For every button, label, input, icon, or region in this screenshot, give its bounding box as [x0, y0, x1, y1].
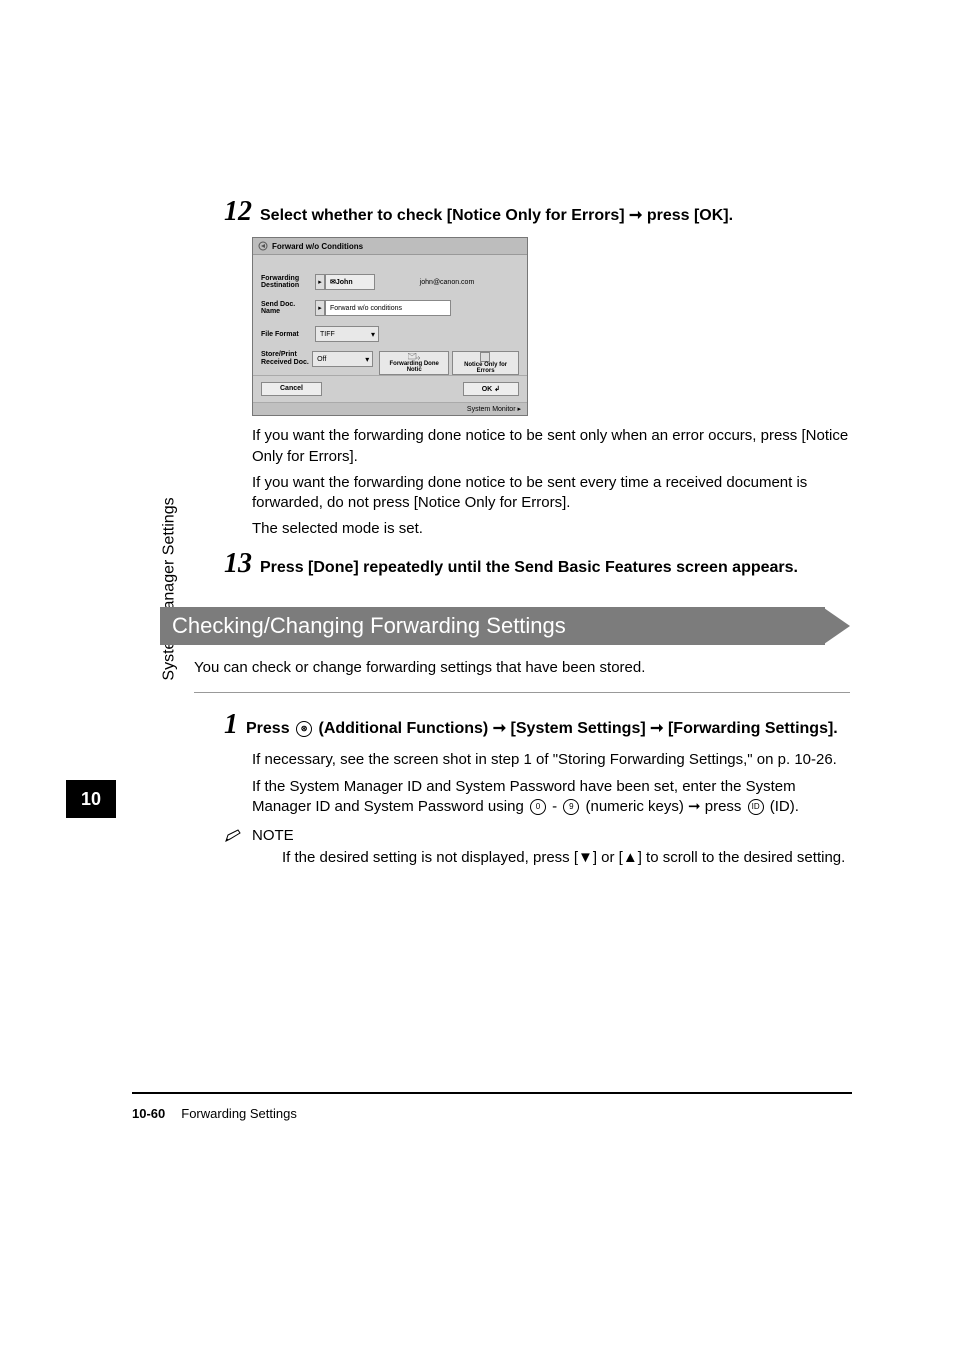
section-heading-triangle-icon	[824, 608, 850, 644]
screenshot-footer-buttons: Cancel OK	[253, 375, 527, 402]
numeric-key-0-icon: 0	[530, 799, 546, 815]
ss-row-file-format: File Format TIFF	[261, 325, 519, 343]
text-span: press	[701, 798, 746, 815]
pencil-note-icon	[224, 828, 246, 844]
ss-store-print-dropdown[interactable]: Off	[312, 351, 373, 367]
text-span: (numeric keys)	[581, 798, 688, 815]
step-13-heading: 13 Press [Done] repeatedly until the Sen…	[224, 550, 850, 579]
ss-label-file-format: File Format	[261, 331, 315, 339]
step-instruction: Press [Done] repeatedly until the Send B…	[260, 557, 798, 579]
body-paragraph: If you want the forwarding done notice t…	[252, 473, 850, 514]
ss-destination-name: John	[336, 279, 353, 286]
step-text-suffix: press [OK].	[642, 207, 733, 224]
arrow-icon: ➞	[493, 720, 506, 737]
ss-forwarding-done-notice-button[interactable]: Forwarding Done Notic	[379, 351, 449, 375]
page-footer: 10-60 Forwarding Settings	[132, 1092, 852, 1121]
ss-destination-email: john@canon.com	[375, 279, 519, 286]
embedded-screenshot: Forward w/o Conditions Forwarding Destin…	[252, 237, 528, 416]
screenshot-titlebar: Forward w/o Conditions	[253, 238, 527, 255]
step-12-heading: 12 Select whether to check [Notice Only …	[224, 198, 850, 227]
chapter-number-tab: 10	[66, 780, 116, 818]
ss-file-format-dropdown[interactable]: TIFF	[315, 326, 379, 342]
step-text-part: Press	[246, 720, 294, 737]
page-number: 10-60	[132, 1106, 165, 1121]
step-instruction: Select whether to check [Notice Only for…	[260, 205, 733, 227]
numeric-key-9-icon: 9	[563, 799, 579, 815]
section-intro-paragraph: You can check or change forwarding setti…	[194, 659, 850, 676]
screenshot-body: Forwarding Destination ▸ ✉ John john@can…	[253, 255, 527, 375]
arrow-icon: ➞	[688, 798, 701, 815]
ss-label-forwarding-destination: Forwarding Destination	[261, 275, 315, 290]
step-instruction: Press ⊛ (Additional Functions) ➞ [System…	[246, 718, 838, 740]
arrow-icon: ➞	[650, 720, 663, 737]
body-paragraph: If the System Manager ID and System Pass…	[252, 777, 850, 818]
step-text-part: [System Settings]	[506, 720, 650, 737]
step-number: 13	[224, 550, 252, 578]
screenshot-title-text: Forward w/o Conditions	[272, 242, 363, 251]
ss-chevron-button[interactable]: ▸	[315, 300, 325, 316]
ss-label-store-print: Store/Print Received Doc.	[261, 351, 312, 366]
footer-rule	[132, 1092, 852, 1094]
step-text-prefix: Select whether to check [Notice Only for…	[260, 207, 629, 224]
step-number: 12	[224, 198, 252, 226]
body-paragraph: If necessary, see the screen shot in ste…	[252, 750, 850, 770]
main-content: 12 Select whether to check [Notice Only …	[160, 198, 850, 868]
note-label: NOTE	[252, 827, 294, 844]
additional-functions-key-icon: ⊛	[296, 721, 312, 737]
footer-text: 10-60 Forwarding Settings	[132, 1106, 852, 1121]
ss-row-send-doc: Send Doc. Name ▸ Forward w/o conditions	[261, 299, 519, 317]
ss-notice-only-errors-button[interactable]: Notice Only for Errors	[452, 351, 519, 375]
step-text-part: [Forwarding Settings].	[664, 720, 838, 737]
ss-cancel-button[interactable]: Cancel	[261, 382, 322, 396]
ss-destination-name-button[interactable]: ✉ John	[325, 274, 375, 290]
step-number: 1	[224, 711, 238, 739]
horizontal-rule	[194, 692, 850, 693]
ss-row-store-print: Store/Print Received Doc. Off Forwarding…	[261, 351, 519, 369]
step-1-block: 1 Press ⊛ (Additional Functions) ➞ [Syst…	[224, 711, 850, 868]
ss-ok-button[interactable]: OK	[463, 382, 519, 396]
ss-chevron-button[interactable]: ▸	[315, 274, 325, 290]
forward-icon	[258, 241, 268, 251]
text-span: (ID).	[766, 798, 799, 815]
text-span: -	[548, 798, 561, 815]
ss-system-monitor-button[interactable]: System Monitor ▸	[253, 402, 527, 415]
note-heading: NOTE	[224, 827, 850, 844]
step-text-part: (Additional Functions)	[314, 720, 493, 737]
section-heading-bar: Checking/Changing Forwarding Settings	[160, 607, 850, 645]
note-text: If the desired setting is not displayed,…	[282, 848, 850, 868]
body-paragraph: The selected mode is set.	[252, 519, 850, 539]
ss-row-forwarding-dest: Forwarding Destination ▸ ✉ John john@can…	[261, 273, 519, 291]
ss-send-doc-field[interactable]: Forward w/o conditions	[325, 300, 451, 316]
footer-section-name: Forwarding Settings	[181, 1106, 297, 1121]
document-page: System Manager Settings 10 12 Select whe…	[0, 0, 954, 1351]
body-paragraph: If you want the forwarding done notice t…	[252, 426, 850, 467]
section-heading-text: Checking/Changing Forwarding Settings	[160, 607, 825, 645]
ss-label-send-doc: Send Doc. Name	[261, 301, 315, 316]
id-key-icon: ID	[748, 799, 764, 815]
step-1-heading: 1 Press ⊛ (Additional Functions) ➞ [Syst…	[224, 711, 850, 740]
mail-arrow-icon	[408, 353, 420, 361]
ss-forwarding-done-label: Forwarding Done Notic	[383, 361, 445, 374]
arrow-icon: ➞	[629, 207, 642, 224]
ss-right-buttons: Forwarding Done Notic Notice Only for Er…	[379, 351, 519, 375]
